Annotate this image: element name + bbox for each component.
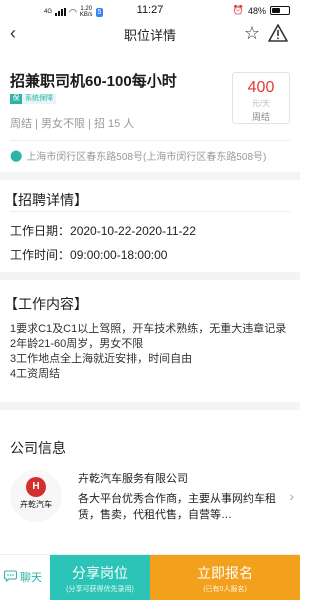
verified-label: 系统保障 bbox=[22, 94, 56, 104]
company-description: 各大平台优秀合作商，主要从事网约车租赁，售卖，代租代售，自营等… bbox=[78, 493, 276, 521]
job-summary: 招兼职司机60-100每小时 保 系统保障 周结 | 男女不限 | 招 15 人… bbox=[10, 60, 290, 140]
job-address[interactable]: ⬤ 上海市闵行区春东路508号(上海市闵行区春东路508号) bbox=[10, 147, 290, 163]
favorite-star-icon[interactable]: ☆ bbox=[244, 24, 260, 42]
battery-icon bbox=[270, 6, 290, 15]
work-content-list: 1要求C1及C1以上驾照，开车技术熟练，无重大违章记录 2年龄21-60周岁，男… bbox=[10, 322, 292, 382]
chevron-right-icon[interactable]: › bbox=[289, 488, 294, 504]
job-tags: 周结 | 男女不限 | 招 15 人 bbox=[10, 118, 135, 130]
chat-label: 聊天 bbox=[20, 572, 42, 584]
location-pin-icon: ⬤ bbox=[10, 149, 23, 162]
salary-box: 400 元/天 周结 bbox=[232, 72, 290, 124]
work-date: 工作日期：2020-10-22-2020-11-22 bbox=[10, 222, 196, 239]
work-content-item: 3工作地点全上海就近安排，时间自由 bbox=[10, 353, 193, 365]
shield-icon: 保 bbox=[10, 94, 22, 104]
work-time-value: 09:00:00-18:00:00 bbox=[70, 248, 168, 262]
company-info-heading: 公司信息 bbox=[10, 440, 66, 456]
divider bbox=[10, 211, 290, 212]
section-gap bbox=[0, 272, 300, 280]
share-sub-label: (分享可获得优先录用) bbox=[66, 586, 134, 593]
report-warning-icon[interactable] bbox=[268, 23, 288, 43]
alarm-icon: ⏰ bbox=[232, 5, 244, 15]
company-name[interactable]: 卉乾汽车服务有限公司 bbox=[78, 470, 188, 486]
apply-label: 立即报名 bbox=[197, 565, 253, 581]
company-logo[interactable]: H 卉乾汽车 bbox=[10, 470, 62, 522]
apply-now-button[interactable]: 立即报名 (已有0人报名) bbox=[150, 555, 300, 600]
chat-bubble-icon bbox=[3, 569, 18, 585]
work-time: 工作时间：09:00:00-18:00:00 bbox=[10, 246, 167, 263]
work-content-item: 1要求C1及C1以上驾照，开车技术熟练，无重大违章记录 bbox=[10, 323, 287, 335]
work-date-value: 2020-10-22-2020-11-22 bbox=[70, 224, 196, 238]
company-logo-text: 卉乾汽车 bbox=[20, 500, 52, 509]
bottom-action-bar: 聊天 分享岗位 (分享可获得优先录用) 立即报名 (已有0人报名) bbox=[0, 554, 300, 600]
brand-mark-icon: H bbox=[26, 477, 46, 497]
apply-sub-label: (已有0人报名) bbox=[203, 586, 247, 593]
status-right: ⏰ 48% bbox=[233, 5, 290, 16]
work-time-label: 工作时间： bbox=[10, 248, 71, 262]
recruit-details-heading: 【招聘详情】 bbox=[4, 192, 88, 208]
salary-amount: 400 bbox=[247, 79, 275, 96]
share-label: 分享岗位 bbox=[72, 565, 128, 581]
salary-unit: 元/天 bbox=[251, 99, 271, 108]
chat-button[interactable]: 聊天 bbox=[3, 569, 42, 585]
work-content-heading: 【工作内容】 bbox=[4, 296, 88, 312]
battery-percent: 48% bbox=[247, 5, 266, 16]
status-bar: 4G ◠ 1.20 KB/s 5 11:27 ⏰ 48% bbox=[0, 0, 300, 22]
divider bbox=[10, 140, 290, 141]
share-job-button[interactable]: 分享岗位 (分享可获得优先录用) bbox=[50, 555, 150, 600]
address-text: 上海市闵行区春东路508号(上海市闵行区春东路508号) bbox=[26, 151, 267, 163]
pay-cycle: 周结 bbox=[251, 112, 270, 122]
nav-header: ‹ 职位详情 ☆ bbox=[0, 22, 300, 46]
work-content-item: 4工资周结 bbox=[10, 368, 61, 380]
verified-badge: 保 系统保障 bbox=[10, 94, 56, 104]
job-title: 招兼职司机60-100每小时 bbox=[10, 73, 177, 90]
section-gap bbox=[0, 402, 300, 410]
section-gap bbox=[0, 172, 300, 180]
work-content-item: 2年龄21-60周岁，男女不限 bbox=[10, 338, 144, 350]
work-date-label: 工作日期： bbox=[10, 224, 71, 238]
